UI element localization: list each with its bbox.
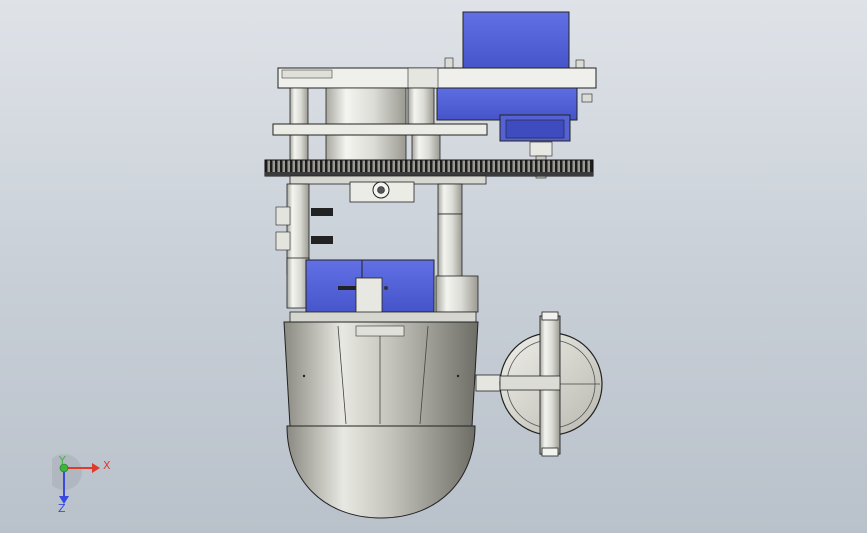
graphics-viewport[interactable]: X Y Z	[0, 0, 867, 533]
middle-plate[interactable]	[272, 123, 488, 136]
cylindrical-body[interactable]	[283, 311, 479, 427]
side-wheel[interactable]	[475, 311, 603, 457]
dome-base[interactable]	[286, 425, 476, 519]
top-servo-motor[interactable]	[436, 11, 593, 179]
spur-gear[interactable]	[264, 159, 594, 177]
triad-shadow-icon	[52, 454, 82, 490]
y-axis-label: Y	[59, 454, 66, 467]
top-plate[interactable]	[277, 67, 597, 89]
pan-servo-motor[interactable]	[305, 259, 435, 319]
assembly-model[interactable]	[0, 0, 867, 533]
vertical-arm[interactable]	[435, 183, 479, 313]
z-axis-label: Z	[58, 502, 66, 515]
x-axis-label: X	[103, 459, 111, 472]
